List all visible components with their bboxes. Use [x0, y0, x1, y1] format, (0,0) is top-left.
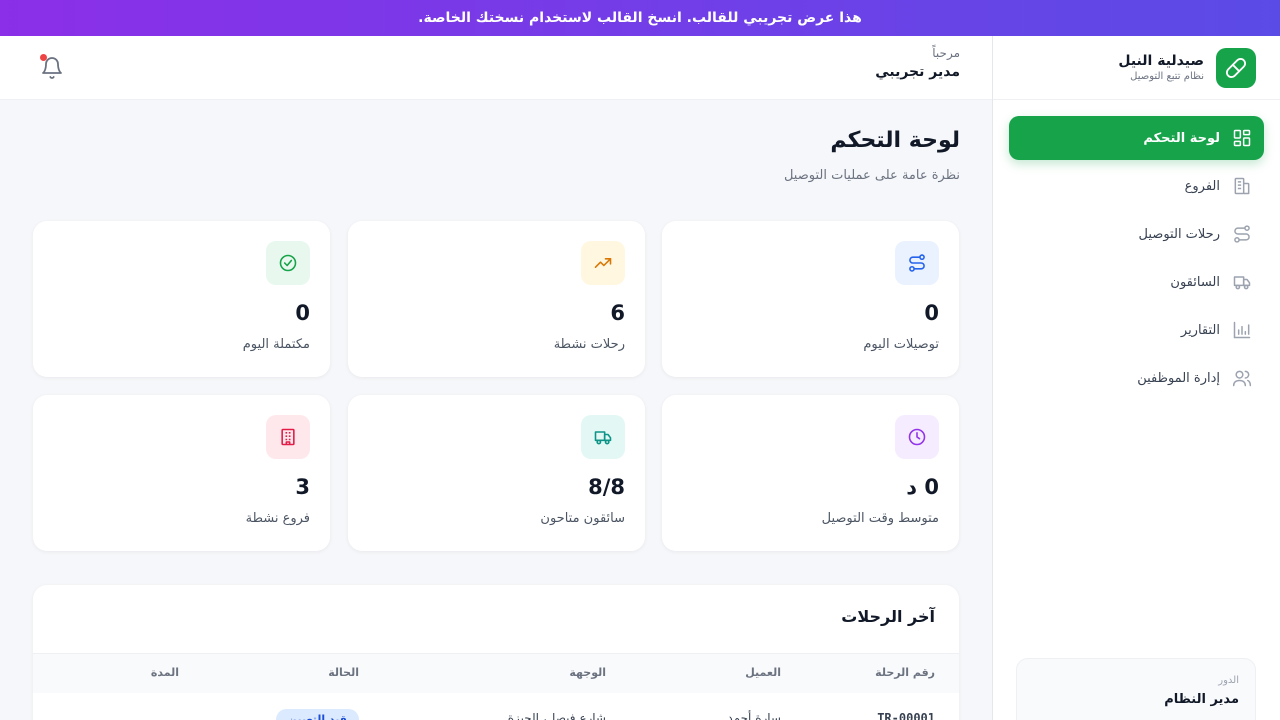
- top-bar: مرحباً مدير تجريبي: [0, 36, 992, 100]
- stat-value: 0: [295, 301, 310, 325]
- panel-title: آخر الرحلات: [841, 607, 935, 626]
- table-header: رقم الرحلة العميل الوجهة الحالة المدة: [33, 653, 959, 693]
- pill-icon: [1216, 47, 1256, 88]
- notifications-button[interactable]: [40, 54, 64, 80]
- truck-icon: [581, 415, 625, 459]
- stat-card-active-trips: 6 رحلات نشطة: [348, 221, 645, 377]
- route-icon: [895, 241, 939, 285]
- main-content: لوحة التحكم نظرة عامة على عمليات التوصيل…: [0, 100, 992, 720]
- stat-card-completed-today: 0 مكتملة اليوم: [33, 221, 330, 377]
- chart-bars-icon: [1233, 321, 1251, 339]
- sidebar-item-reports[interactable]: التقارير: [1009, 308, 1264, 352]
- sidebar-item-label: الفروع: [1184, 178, 1220, 194]
- stat-card-active-branches: 3 فروع نشطة: [33, 395, 330, 551]
- stat-card-available-drivers: 8/8 سائقون متاحون: [348, 395, 645, 551]
- trip-id: TR-00001: [877, 711, 935, 720]
- sidebar-item-drivers[interactable]: السائقون: [1009, 260, 1264, 304]
- stat-value: 3: [295, 475, 310, 499]
- table-row[interactable]: TR-00001 سارة أحمد شارع فيصل، الجيزة قيد…: [33, 693, 959, 720]
- stat-label: توصيلات اليوم: [863, 337, 939, 352]
- column-header: رقم الرحلة: [875, 666, 935, 679]
- sidebar-item-label: السائقون: [1170, 274, 1220, 290]
- truck-icon: [1233, 276, 1251, 290]
- trip-destination: شارع فيصل، الجيزة: [507, 711, 606, 720]
- status-badge: قيد التعيين: [275, 709, 359, 720]
- role-value: مدير النظام: [1164, 692, 1239, 707]
- stat-value: 6: [610, 301, 625, 325]
- sidebar-item-label: رحلات التوصيل: [1138, 226, 1220, 242]
- sidebar-item-trips[interactable]: رحلات التوصيل: [1009, 212, 1264, 256]
- brand: صيدلية النيل نظام تتبع التوصيل: [993, 36, 1280, 100]
- sidebar-item-label: التقارير: [1180, 322, 1220, 338]
- sidebar-item-staff[interactable]: إدارة الموظفين: [1009, 356, 1264, 400]
- user-name: مدير تجريبي: [875, 64, 960, 80]
- stat-value: 0: [924, 301, 939, 325]
- column-header: العميل: [745, 666, 781, 679]
- trending-up-icon: [581, 241, 625, 285]
- users-icon: [1232, 370, 1252, 387]
- stat-label: سائقون متاحون: [540, 511, 625, 526]
- trip-customer: سارة أحمد: [727, 711, 781, 720]
- role-card: الدور مدير النظام: [1016, 658, 1256, 720]
- greeting: مرحباً: [932, 46, 960, 60]
- column-header: المدة: [150, 666, 179, 679]
- building-icon: [266, 415, 310, 459]
- building-icon: [1234, 177, 1250, 195]
- dashboard-icon: [1233, 129, 1251, 147]
- stat-label: مكتملة اليوم: [242, 337, 310, 352]
- brand-subtitle: نظام تتبع التوصيل: [1130, 71, 1204, 82]
- page-subtitle: نظرة عامة على عمليات التوصيل: [783, 168, 960, 183]
- brand-name: صيدلية النيل: [1118, 53, 1204, 69]
- stat-card-today-deliveries: 0 توصيلات اليوم: [662, 221, 959, 377]
- stat-value: 0 د: [906, 475, 939, 499]
- column-header: الوجهة: [569, 666, 606, 679]
- sidebar-item-branches[interactable]: الفروع: [1009, 164, 1264, 208]
- recent-trips-panel: آخر الرحلات رقم الرحلة العميل الوجهة الح…: [33, 585, 959, 720]
- page-title: لوحة التحكم: [830, 128, 960, 153]
- check-circle-icon: [266, 241, 310, 285]
- stat-label: متوسط وقت التوصيل: [821, 511, 939, 526]
- column-header: الحالة: [328, 666, 359, 679]
- welcome-block: مرحباً مدير تجريبي: [875, 46, 960, 80]
- stat-value: 8/8: [588, 475, 625, 499]
- role-label: الدور: [1218, 675, 1239, 686]
- demo-banner-text: هذا عرض تجريبي للقالب. انسخ القالب لاستخ…: [418, 10, 862, 26]
- stat-label: رحلات نشطة: [553, 337, 625, 352]
- route-icon: [1234, 225, 1250, 243]
- sidebar-nav: لوحة التحكم الفروع رحلات التوصيل السائقو…: [993, 100, 1280, 400]
- sidebar-item-label: لوحة التحكم: [1143, 130, 1220, 146]
- demo-banner: هذا عرض تجريبي للقالب. انسخ القالب لاستخ…: [0, 0, 1280, 36]
- stat-label: فروع نشطة: [245, 511, 310, 526]
- sidebar: صيدلية النيل نظام تتبع التوصيل لوحة التح…: [992, 36, 1280, 720]
- sidebar-item-dashboard[interactable]: لوحة التحكم: [1009, 116, 1264, 160]
- notification-dot: [40, 54, 47, 61]
- clock-icon: [895, 415, 939, 459]
- stat-card-avg-delivery-time: 0 د متوسط وقت التوصيل: [662, 395, 959, 551]
- sidebar-item-label: إدارة الموظفين: [1137, 370, 1220, 386]
